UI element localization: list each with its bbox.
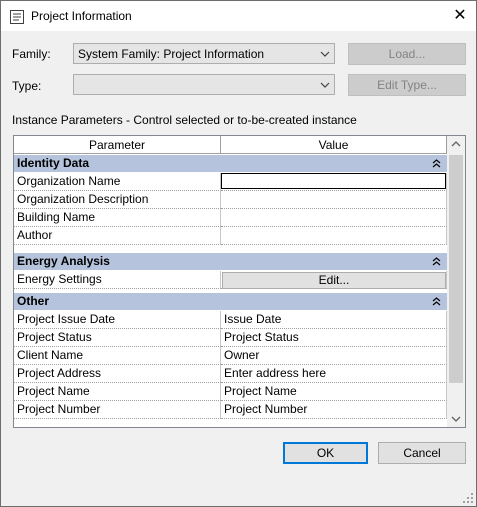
value-building-name[interactable] (221, 209, 447, 227)
collapse-chevron-icon[interactable] (432, 296, 441, 306)
param-client-name: Client Name (14, 347, 221, 365)
family-dropdown[interactable]: System Family: Project Information (73, 43, 335, 64)
ok-button[interactable]: OK (283, 442, 368, 464)
close-button[interactable]: ✕ (444, 1, 476, 31)
chevron-down-icon (320, 82, 330, 88)
param-project-number: Project Number (14, 401, 221, 419)
value-project-address[interactable]: Enter address here (221, 365, 447, 383)
title-bar[interactable]: Project Information ✕ (1, 1, 476, 31)
collapse-chevron-icon[interactable] (432, 158, 441, 168)
group-label: Energy Analysis (17, 254, 110, 268)
value-author[interactable] (221, 227, 447, 245)
edit-type-button[interactable]: Edit Type... (348, 74, 466, 96)
vertical-scrollbar[interactable] (447, 136, 465, 427)
group-energy-analysis[interactable]: Energy Analysis (14, 253, 447, 270)
param-project-issue-date: Project Issue Date (14, 311, 221, 329)
param-building-name: Building Name (14, 209, 221, 227)
param-organization-description: Organization Description (14, 191, 221, 209)
parameters-grid: Parameter Value Identity Data Organizati… (13, 135, 466, 428)
family-label: Family: (12, 47, 51, 61)
value-organization-description[interactable] (221, 191, 447, 209)
scroll-up-icon[interactable] (447, 136, 465, 153)
param-author: Author (14, 227, 221, 245)
close-icon: ✕ (453, 7, 467, 24)
instance-parameters-caption: Instance Parameters - Control selected o… (12, 113, 357, 127)
load-button[interactable]: Load... (348, 43, 466, 65)
scroll-down-icon[interactable] (447, 410, 465, 427)
energy-settings-edit-button[interactable]: Edit... (222, 272, 446, 289)
value-project-issue-date[interactable]: Issue Date (221, 311, 447, 329)
parameter-column-header[interactable]: Parameter (14, 136, 221, 154)
value-column-header[interactable]: Value (221, 136, 447, 154)
value-project-status[interactable]: Project Status (221, 329, 447, 347)
scrollbar-thumb[interactable] (449, 155, 463, 383)
param-project-status: Project Status (14, 329, 221, 347)
value-project-name[interactable]: Project Name (221, 383, 447, 401)
resize-grip-icon[interactable] (462, 492, 474, 504)
collapse-chevron-icon[interactable] (432, 256, 441, 266)
value-client-name[interactable]: Owner (221, 347, 447, 365)
param-project-address: Project Address (14, 365, 221, 383)
value-project-number[interactable]: Project Number (221, 401, 447, 419)
family-dropdown-value: System Family: Project Information (78, 47, 265, 61)
param-organization-name: Organization Name (14, 173, 221, 191)
type-dropdown[interactable] (73, 74, 335, 95)
chevron-down-icon (320, 51, 330, 57)
cancel-button[interactable]: Cancel (378, 442, 466, 464)
window-title: Project Information (31, 9, 132, 23)
type-label: Type: (12, 79, 42, 93)
param-energy-settings: Energy Settings (14, 271, 221, 289)
group-label: Other (17, 294, 50, 308)
param-project-name: Project Name (14, 383, 221, 401)
group-label: Identity Data (17, 156, 90, 170)
group-identity-data[interactable]: Identity Data (14, 155, 447, 172)
organization-name-input[interactable] (221, 173, 446, 189)
group-other[interactable]: Other (14, 293, 447, 310)
project-info-icon (10, 10, 24, 24)
project-information-dialog: Project Information ✕ Family: System Fam… (0, 0, 477, 507)
